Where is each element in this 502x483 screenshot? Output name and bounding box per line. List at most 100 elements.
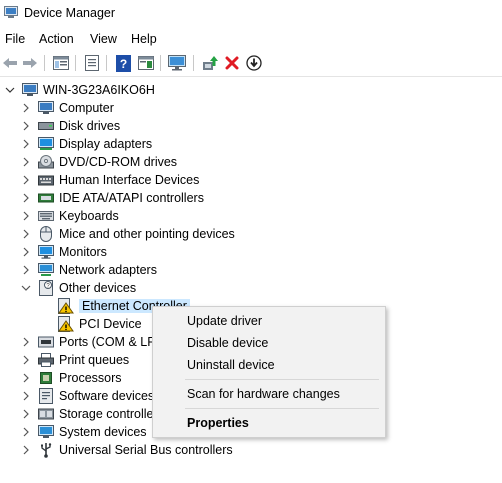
software-device-icon	[38, 388, 54, 404]
uninstall-device-icon[interactable]	[223, 54, 241, 72]
chevron-right-icon[interactable]	[20, 336, 32, 348]
tree-category-label: Storage controllers	[59, 407, 164, 421]
tree-category[interactable]: Human Interface Devices	[20, 171, 199, 189]
tree-category[interactable]: Display adapters	[20, 135, 152, 153]
tree-root[interactable]: WIN-3G23A6IKO6H	[4, 81, 155, 99]
back-arrow-icon[interactable]	[1, 54, 19, 72]
action-pane-icon[interactable]	[137, 54, 155, 72]
chevron-right-icon[interactable]	[20, 102, 32, 114]
tree-category[interactable]: Ports (COM & LPT)	[20, 333, 167, 351]
tree-category[interactable]: Monitors	[20, 243, 107, 261]
chevron-right-icon[interactable]	[20, 354, 32, 366]
tree-category[interactable]: IDE ATA/ATAPI controllers	[20, 189, 204, 207]
system-device-icon	[38, 425, 54, 439]
hid-icon	[38, 173, 54, 187]
warning-device-icon	[58, 298, 74, 314]
forward-arrow-icon[interactable]	[21, 54, 39, 72]
chevron-right-icon[interactable]	[20, 156, 32, 168]
storage-controller-icon	[38, 407, 54, 421]
network-adapter-icon	[38, 263, 54, 277]
tree-device[interactable]: PCI Device	[58, 315, 142, 333]
tree-category-label: Human Interface Devices	[59, 173, 200, 187]
chevron-right-icon[interactable]	[20, 120, 32, 132]
display-adapter-icon	[38, 137, 54, 151]
tree-root-label: WIN-3G23A6IKO6H	[43, 83, 155, 97]
chevron-right-icon[interactable]	[20, 426, 32, 438]
menu-bar: File Action View Help	[0, 29, 502, 49]
toolbar: ?	[0, 50, 502, 77]
toolbar-separator	[106, 55, 107, 71]
window-title: Device Manager	[24, 6, 116, 20]
printer-icon	[38, 353, 54, 367]
chevron-right-icon[interactable]	[20, 390, 32, 402]
chevron-right-icon[interactable]	[20, 210, 32, 222]
menu-item-update-driver[interactable]: Update driver	[187, 314, 262, 328]
tree-category[interactable]: System devices	[20, 423, 147, 441]
help-icon[interactable]: ?	[114, 54, 132, 72]
properties-icon[interactable]	[83, 54, 101, 72]
chevron-right-icon[interactable]	[20, 228, 32, 240]
menu-separator	[185, 408, 379, 409]
tree-category-label: Monitors	[59, 245, 107, 259]
tree-category-label: Disk drives	[59, 119, 121, 133]
ide-controller-icon	[38, 191, 54, 205]
computer-icon	[22, 83, 38, 97]
device-manager-icon	[4, 6, 18, 18]
tree-category[interactable]: Storage controllers	[20, 405, 164, 423]
tree-category[interactable]: Network adapters	[20, 261, 157, 279]
tree-category-label: Universal Serial Bus controllers	[59, 443, 233, 457]
keyboard-icon	[38, 209, 54, 223]
chevron-right-icon[interactable]	[20, 138, 32, 150]
tree-category-label: Other devices	[59, 281, 137, 295]
svg-text:?: ?	[119, 57, 126, 71]
show-hide-console-tree-icon[interactable]	[52, 54, 70, 72]
tree-category-label: Mice and other pointing devices	[59, 227, 235, 241]
chevron-down-icon[interactable]	[20, 282, 32, 294]
tree-category-label: Display adapters	[59, 137, 153, 151]
menu-view[interactable]: View	[90, 32, 117, 46]
menu-item-uninstall-device[interactable]: Uninstall device	[187, 358, 275, 372]
tree-category[interactable]: Print queues	[20, 351, 129, 369]
chevron-right-icon[interactable]	[20, 444, 32, 456]
menu-action[interactable]: Action	[39, 32, 74, 46]
chevron-right-icon[interactable]	[20, 372, 32, 384]
chevron-right-icon[interactable]	[20, 408, 32, 420]
processor-icon	[38, 371, 54, 385]
tree-category[interactable]: Keyboards	[20, 207, 119, 225]
tree-category[interactable]: Processors	[20, 369, 122, 387]
tree-category[interactable]: Computer	[20, 99, 114, 117]
toolbar-separator	[75, 55, 76, 71]
tree-device-label: PCI Device	[79, 317, 142, 331]
tree-category-label: IDE ATA/ATAPI controllers	[59, 191, 204, 205]
tree-category-label: Print queues	[59, 353, 130, 367]
toolbar-separator	[193, 55, 194, 71]
monitor-icon	[38, 245, 54, 259]
menu-item-scan-for-hardware-changes[interactable]: Scan for hardware changes	[187, 387, 340, 401]
tree-category[interactable]: DVD/CD-ROM drives	[20, 153, 177, 171]
chevron-right-icon[interactable]	[20, 192, 32, 204]
chevron-right-icon[interactable]	[20, 174, 32, 186]
other-devices-icon: ?	[38, 280, 54, 296]
tree-category-label: Network adapters	[59, 263, 157, 277]
menu-item-disable-device[interactable]: Disable device	[187, 336, 268, 350]
tree-category-label: Keyboards	[59, 209, 119, 223]
tree-category[interactable]: ? Other devices	[20, 279, 136, 297]
menu-help[interactable]: Help	[131, 32, 157, 46]
tree-category[interactable]: Mice and other pointing devices	[20, 225, 235, 243]
usb-icon	[38, 443, 54, 458]
tree-category[interactable]: Software devices	[20, 387, 154, 405]
tree-category[interactable]: Disk drives	[20, 117, 120, 135]
toolbar-separator	[44, 55, 45, 71]
update-driver-icon[interactable]	[201, 54, 219, 72]
chevron-right-icon[interactable]	[20, 264, 32, 276]
monitor-icon[interactable]	[168, 54, 186, 72]
menu-separator	[185, 379, 379, 380]
tree-category[interactable]: Universal Serial Bus controllers	[20, 441, 233, 459]
disable-device-icon[interactable]	[245, 54, 263, 72]
menu-file[interactable]: File	[5, 32, 25, 46]
tree-category-label: System devices	[59, 425, 147, 439]
menu-item-properties[interactable]: Properties	[187, 416, 249, 430]
ports-icon	[38, 335, 54, 349]
chevron-down-icon[interactable]	[4, 84, 16, 96]
chevron-right-icon[interactable]	[20, 246, 32, 258]
